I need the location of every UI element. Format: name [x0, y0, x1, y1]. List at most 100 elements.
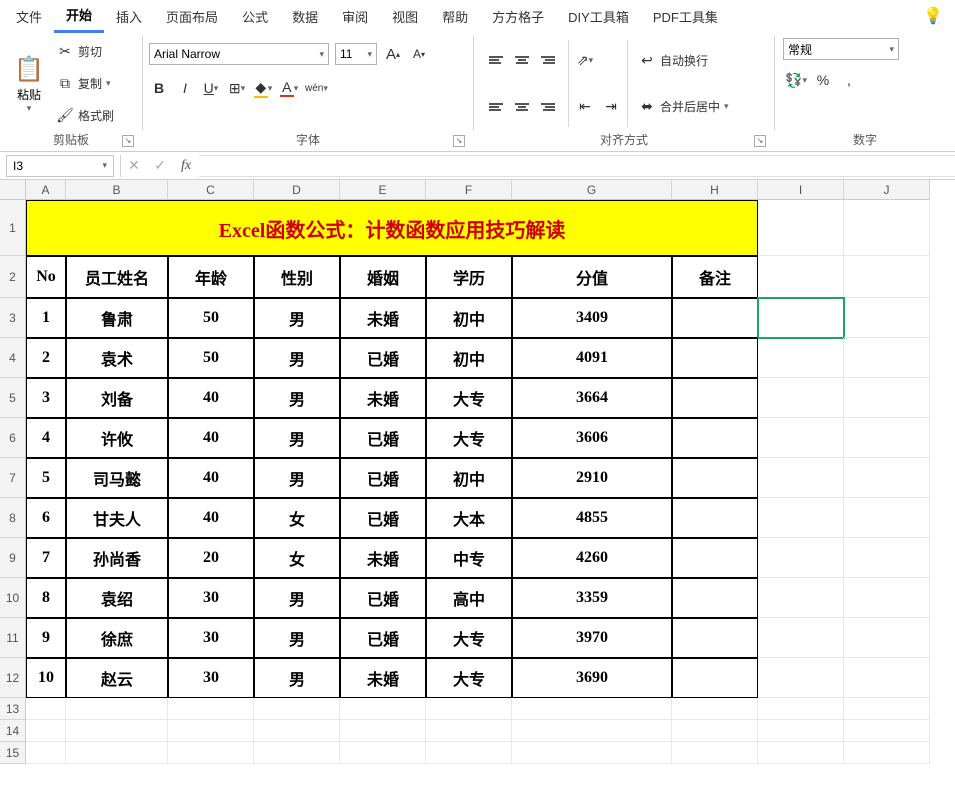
- data-cell-C7[interactable]: 40: [168, 458, 254, 498]
- row-header-7[interactable]: 7: [0, 458, 26, 498]
- cell-I9[interactable]: [758, 538, 844, 578]
- cell-E14[interactable]: [340, 720, 426, 742]
- underline-button[interactable]: U▾: [201, 78, 221, 98]
- data-cell-G6[interactable]: 3606: [512, 418, 672, 458]
- data-cell-A11[interactable]: 9: [26, 618, 66, 658]
- data-cell-F7[interactable]: 初中: [426, 458, 512, 498]
- menu-item-11[interactable]: PDF工具集: [641, 1, 730, 32]
- col-header-A[interactable]: A: [26, 180, 66, 200]
- col-header-H[interactable]: H: [672, 180, 758, 200]
- cell-J11[interactable]: [844, 618, 930, 658]
- data-cell-C6[interactable]: 40: [168, 418, 254, 458]
- data-cell-F6[interactable]: 大专: [426, 418, 512, 458]
- cell-I5[interactable]: [758, 378, 844, 418]
- increase-font-button[interactable]: A▴: [383, 44, 403, 64]
- cell-A15[interactable]: [26, 742, 66, 764]
- data-cell-F11[interactable]: 大专: [426, 618, 512, 658]
- cell-J8[interactable]: [844, 498, 930, 538]
- row-header-9[interactable]: 9: [0, 538, 26, 578]
- col-header-G[interactable]: G: [512, 180, 672, 200]
- data-cell-B12[interactable]: 赵云: [66, 658, 168, 698]
- cell-E15[interactable]: [340, 742, 426, 764]
- row-header-6[interactable]: 6: [0, 418, 26, 458]
- select-all-corner[interactable]: [0, 180, 26, 200]
- cancel-button[interactable]: ✕: [121, 157, 147, 174]
- col-header-D[interactable]: D: [254, 180, 340, 200]
- cell-B15[interactable]: [66, 742, 168, 764]
- data-cell-F9[interactable]: 中专: [426, 538, 512, 578]
- col-header-I[interactable]: I: [758, 180, 844, 200]
- data-cell-G10[interactable]: 3359: [512, 578, 672, 618]
- cell-H14[interactable]: [672, 720, 758, 742]
- cell-I4[interactable]: [758, 338, 844, 378]
- data-cell-G5[interactable]: 3664: [512, 378, 672, 418]
- data-cell-C12[interactable]: 30: [168, 658, 254, 698]
- data-cell-C4[interactable]: 50: [168, 338, 254, 378]
- data-cell-C5[interactable]: 40: [168, 378, 254, 418]
- cell-J4[interactable]: [844, 338, 930, 378]
- cell-C13[interactable]: [168, 698, 254, 720]
- cell-J2[interactable]: [844, 256, 930, 298]
- data-cell-G4[interactable]: 4091: [512, 338, 672, 378]
- row-header-2[interactable]: 2: [0, 256, 26, 298]
- data-cell-E8[interactable]: 已婚: [340, 498, 426, 538]
- tell-me-icon[interactable]: 💡: [923, 6, 943, 26]
- menu-item-1[interactable]: 开始: [54, 0, 104, 33]
- data-cell-H8[interactable]: [672, 498, 758, 538]
- row-header-4[interactable]: 4: [0, 338, 26, 378]
- data-cell-G12[interactable]: 3690: [512, 658, 672, 698]
- font-name-select[interactable]: Arial Narrow▾: [149, 43, 329, 65]
- cell-I2[interactable]: [758, 256, 844, 298]
- data-cell-E9[interactable]: 未婚: [340, 538, 426, 578]
- cell-J6[interactable]: [844, 418, 930, 458]
- data-cell-B6[interactable]: 许攸: [66, 418, 168, 458]
- header-cell-1[interactable]: 员工姓名: [66, 256, 168, 298]
- cell-G14[interactable]: [512, 720, 672, 742]
- data-cell-C11[interactable]: 30: [168, 618, 254, 658]
- cell-C14[interactable]: [168, 720, 254, 742]
- cell-I12[interactable]: [758, 658, 844, 698]
- data-cell-B7[interactable]: 司马懿: [66, 458, 168, 498]
- menu-item-2[interactable]: 插入: [104, 1, 154, 32]
- data-cell-F3[interactable]: 初中: [426, 298, 512, 338]
- data-cell-D7[interactable]: 男: [254, 458, 340, 498]
- data-cell-A6[interactable]: 4: [26, 418, 66, 458]
- cell-H13[interactable]: [672, 698, 758, 720]
- data-cell-B4[interactable]: 袁术: [66, 338, 168, 378]
- cell-F13[interactable]: [426, 698, 512, 720]
- data-cell-D12[interactable]: 男: [254, 658, 340, 698]
- menu-item-0[interactable]: 文件: [4, 1, 54, 32]
- comma-button[interactable]: ,: [839, 70, 859, 90]
- cell-D15[interactable]: [254, 742, 340, 764]
- cell-A13[interactable]: [26, 698, 66, 720]
- cell-I1[interactable]: [758, 200, 844, 256]
- cell-J3[interactable]: [844, 298, 930, 338]
- name-box[interactable]: I3▾: [6, 155, 114, 177]
- menu-item-4[interactable]: 公式: [230, 1, 280, 32]
- data-cell-H3[interactable]: [672, 298, 758, 338]
- data-cell-E12[interactable]: 未婚: [340, 658, 426, 698]
- data-cell-B5[interactable]: 刘备: [66, 378, 168, 418]
- row-header-8[interactable]: 8: [0, 498, 26, 538]
- col-header-E[interactable]: E: [340, 180, 426, 200]
- spreadsheet-grid[interactable]: ABCDEFGHIJ 1Excel函数公式：计数函数应用技巧解读2No员工姓名年…: [0, 180, 955, 764]
- data-cell-H7[interactable]: [672, 458, 758, 498]
- confirm-button[interactable]: ✓: [147, 157, 173, 174]
- menu-item-9[interactable]: 方方格子: [480, 1, 556, 32]
- data-cell-H5[interactable]: [672, 378, 758, 418]
- data-cell-D11[interactable]: 男: [254, 618, 340, 658]
- align-center-button[interactable]: [512, 97, 532, 117]
- cell-H15[interactable]: [672, 742, 758, 764]
- cell-J15[interactable]: [844, 742, 930, 764]
- wrap-text-button[interactable]: ↩自动换行: [634, 48, 733, 72]
- header-cell-5[interactable]: 学历: [426, 256, 512, 298]
- data-cell-E3[interactable]: 未婚: [340, 298, 426, 338]
- data-cell-A8[interactable]: 6: [26, 498, 66, 538]
- cut-button[interactable]: ✂剪切: [52, 40, 118, 64]
- data-cell-E10[interactable]: 已婚: [340, 578, 426, 618]
- data-cell-A3[interactable]: 1: [26, 298, 66, 338]
- cell-A14[interactable]: [26, 720, 66, 742]
- cell-F14[interactable]: [426, 720, 512, 742]
- cell-I15[interactable]: [758, 742, 844, 764]
- data-cell-C8[interactable]: 40: [168, 498, 254, 538]
